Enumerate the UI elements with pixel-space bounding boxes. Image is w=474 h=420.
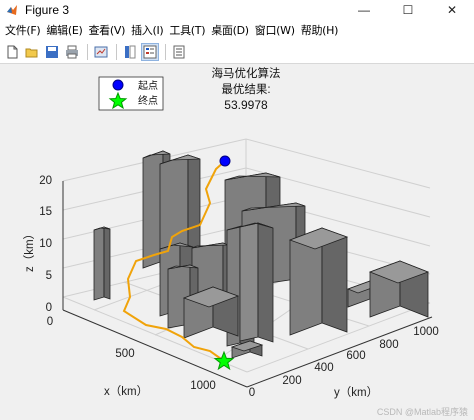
plot-title: 海马优化算法 最优结果: 53.9978 <box>212 66 281 112</box>
y-tick: 400 <box>314 362 333 374</box>
toolbar-separator <box>116 43 117 60</box>
end-marker <box>213 350 235 371</box>
toolbar-separator <box>165 43 166 60</box>
menu-help[interactable]: 帮助(H) <box>298 22 341 38</box>
legend-start-marker <box>112 79 124 91</box>
toolbar-separator <box>87 43 88 60</box>
window-title: Figure 3 <box>25 3 70 17</box>
plot-3d: 0 5 10 15 20 z（km） 0 500 1000 x（km） 0 20… <box>23 66 439 399</box>
print-icon <box>66 45 78 58</box>
z-tick: 5 <box>46 270 52 282</box>
x-tick: 500 <box>115 348 134 360</box>
building <box>288 227 349 336</box>
y-axis-label: y（km） <box>334 386 378 399</box>
menu-insert[interactable]: 插入(I) <box>128 22 166 38</box>
property-inspector-button[interactable] <box>170 43 188 61</box>
z-tick: 0 <box>46 302 52 314</box>
matlab-icon <box>7 5 17 15</box>
menu-file[interactable]: 文件(F) <box>2 22 43 38</box>
insert-colorbar-icon <box>125 45 136 58</box>
z-tick: 15 <box>39 206 52 218</box>
link-plot-icon <box>94 46 108 57</box>
minimize-button[interactable]: — <box>342 0 386 20</box>
insert-legend-button[interactable] <box>141 42 159 61</box>
title-bar: Figure 3 — ☐ ✕ <box>0 0 474 20</box>
building <box>93 226 111 301</box>
y-tick: 800 <box>379 339 398 351</box>
print-button[interactable] <box>63 43 81 61</box>
link-plot-button[interactable] <box>92 43 110 61</box>
start-marker <box>219 155 231 167</box>
menu-bar: 文件(F) 编辑(E) 查看(V) 插入(I) 工具(T) 桌面(D) 窗口(W… <box>0 20 474 40</box>
maximize-button[interactable]: ☐ <box>386 0 430 20</box>
z-axis-label: z（km） <box>23 228 36 272</box>
new-figure-button[interactable] <box>3 43 21 61</box>
close-button[interactable]: ✕ <box>430 0 474 20</box>
menu-desktop[interactable]: 桌面(D) <box>208 22 252 38</box>
menu-window[interactable]: 窗口(W) <box>252 22 298 38</box>
new-figure-icon <box>7 45 18 58</box>
x-tick: 1000 <box>190 380 216 392</box>
figure-toolbar <box>0 40 474 64</box>
building <box>182 286 240 339</box>
property-inspector-icon <box>173 45 185 58</box>
x-tick: 0 <box>47 316 53 328</box>
building <box>368 260 430 318</box>
y-tick: 200 <box>282 375 301 387</box>
z-tick: 10 <box>39 238 52 250</box>
legend-start-label: 起点 <box>138 80 158 92</box>
y-tick: 600 <box>346 350 365 362</box>
building <box>239 222 274 343</box>
legend-end-label: 终点 <box>138 94 158 107</box>
title-line-1: 海马优化算法 <box>212 66 281 80</box>
x-axis-label: x（km） <box>104 385 148 398</box>
y-tick: 1000 <box>413 326 439 338</box>
insert-colorbar-button[interactable] <box>121 43 139 61</box>
menu-tools[interactable]: 工具(T) <box>166 22 208 38</box>
figure-canvas[interactable]: 0 5 10 15 20 z（km） 0 500 1000 x（km） 0 20… <box>0 65 474 420</box>
open-file-icon <box>25 48 38 57</box>
z-tick-labels: 0 5 10 15 20 <box>39 175 52 314</box>
menu-view[interactable]: 查看(V) <box>85 22 128 38</box>
legend[interactable]: 起点 终点 <box>98 76 164 111</box>
watermark: CSDN @Matlab程序猿 <box>376 407 468 417</box>
y-tick: 0 <box>249 387 255 399</box>
open-file-button[interactable] <box>23 43 41 61</box>
title-line-3: 53.9978 <box>224 98 268 112</box>
z-tick: 20 <box>39 175 52 187</box>
title-line-2: 最优结果: <box>221 83 270 96</box>
save-button[interactable] <box>43 43 61 61</box>
insert-legend-icon <box>143 45 157 58</box>
save-icon <box>46 45 58 58</box>
menu-edit[interactable]: 编辑(E) <box>43 22 85 38</box>
